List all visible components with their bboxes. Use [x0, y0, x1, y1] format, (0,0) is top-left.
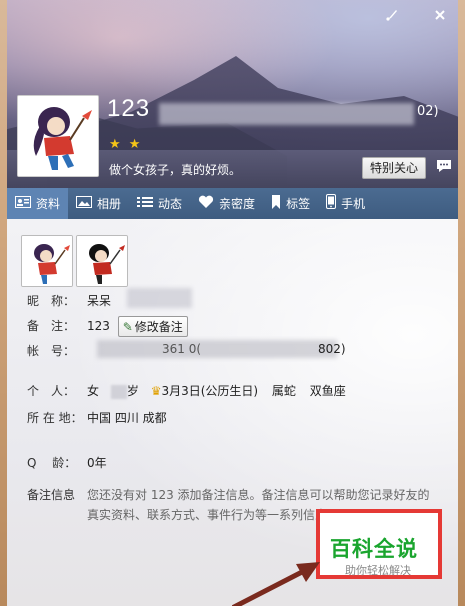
tab-phone-label: 手机	[341, 197, 366, 211]
heart-icon	[198, 195, 214, 213]
account-value-partial: 361 0(	[162, 342, 202, 356]
avatar-thumb-color[interactable]	[21, 235, 73, 287]
account-value-tail: 802)	[318, 342, 346, 356]
watermark-subtitle: 助你轻松解决	[345, 564, 411, 577]
tab-feed[interactable]: 动态	[129, 188, 190, 219]
personal-label: 个 人：	[27, 384, 76, 398]
profile-card-icon	[15, 195, 31, 212]
nickname-row: 昵 称： 呆呆	[27, 288, 192, 309]
qage-row: Q 龄： 0年	[27, 454, 107, 471]
tab-intimacy[interactable]: 亲密度	[190, 188, 263, 219]
remark-value: 123	[87, 319, 110, 333]
avatar[interactable]	[17, 95, 99, 177]
gender-value: 女	[87, 384, 100, 398]
tab-album[interactable]: 相册	[68, 188, 129, 219]
bookmark-icon	[271, 194, 281, 213]
level-stars: ★ ★	[109, 137, 143, 152]
chat-bubble-icon[interactable]	[435, 158, 453, 176]
nickname-value: 呆呆	[87, 294, 112, 308]
redacted-age	[110, 384, 127, 399]
personal-row: 个 人： 女 岁 ♛3月3日(公历生日) 属蛇 双鱼座	[27, 382, 346, 399]
tab-tags-label: 标签	[286, 197, 311, 211]
remark-label: 备 注：	[27, 319, 76, 333]
avatar-thumb-dark[interactable]	[76, 235, 128, 287]
signature-text: 做个女孩子，真的好烦。	[109, 163, 242, 177]
remark-info-text-1: 您还没有对 123 添加备注信息。备注信息可以帮助您记录好友的	[87, 488, 430, 502]
feed-list-icon	[137, 196, 154, 212]
tab-profile[interactable]: 资料	[7, 188, 69, 219]
location-row: 所 在 地： 中国 四川 成都	[27, 409, 167, 426]
tab-feed-label: 动态	[158, 197, 183, 211]
edit-note-icon: ✎	[122, 320, 133, 334]
tab-intimacy-label: 亲密度	[219, 197, 256, 211]
tab-album-label: 相册	[97, 197, 122, 211]
remark-info-text-2: 真实资料、联系方式、事件行为等一系列信息	[87, 508, 328, 522]
account-label: 帐 号：	[27, 344, 76, 358]
qage-label: Q 龄：	[27, 456, 77, 470]
tab-tags[interactable]: 标签	[263, 188, 318, 219]
birthday-value: 3月3日(公历生日)	[161, 384, 259, 398]
redacted-qq-number	[159, 103, 414, 125]
tab-profile-label: 资料	[36, 197, 61, 211]
profile-display-name: 123	[107, 95, 151, 122]
tab-phone[interactable]: 手机	[318, 188, 373, 219]
nickname-label: 昵 称：	[27, 294, 76, 308]
remark-info-row: 备注信息 您还没有对 123 添加备注信息。备注信息可以帮助您记录好友的	[27, 485, 430, 505]
phone-icon	[326, 194, 337, 213]
redacted-nickname	[127, 288, 192, 308]
avatar-thumbnails	[21, 235, 128, 287]
qage-value: 0年	[87, 456, 107, 470]
pointer-arrow	[232, 562, 320, 606]
remark-row: 备 注： 123 ✎ 修改备注	[27, 316, 188, 337]
edit-remark-label: 修改备注	[134, 320, 183, 334]
album-icon	[76, 195, 93, 212]
account-row: 帐 号： 361 0( 802)	[27, 340, 346, 359]
remark-info-label: 备注信息	[27, 488, 76, 502]
special-care-button[interactable]: 特别关心	[362, 157, 426, 179]
edit-remark-button[interactable]: ✎ 修改备注	[117, 316, 188, 337]
profile-tabs: 资料 相册 动态 亲密度 标签 手机	[7, 188, 458, 219]
location-label: 所 在 地：	[27, 411, 83, 425]
location-value: 中国 四川 成都	[87, 411, 167, 425]
qq-number-tail: 02)	[417, 104, 439, 119]
crown-icon: ♛	[150, 384, 162, 398]
age-suffix: 岁	[126, 384, 139, 398]
redacted-account	[97, 340, 337, 358]
brush-icon[interactable]	[381, 8, 403, 26]
close-icon[interactable]	[429, 8, 451, 26]
star-sign-value: 双鱼座	[309, 384, 346, 398]
zodiac-value: 属蛇	[271, 384, 296, 398]
profile-banner: 123 02) ★ ★ 做个女孩子，真的好烦。 特别关心	[7, 0, 458, 188]
